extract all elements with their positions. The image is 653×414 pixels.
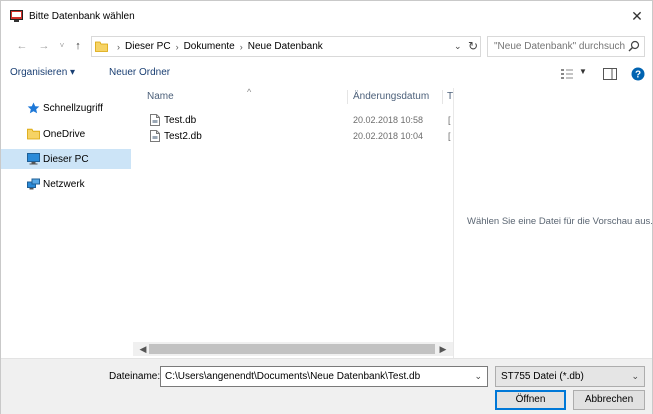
view-dropdown-icon[interactable]: ▼ <box>579 67 587 76</box>
network-icon <box>27 178 40 190</box>
horizontal-scrollbar[interactable]: ◀ ▶ <box>133 342 453 356</box>
breadcrumb-separator: › <box>239 41 243 52</box>
scroll-left-icon[interactable]: ◀ <box>137 343 149 355</box>
window-title: Bitte Datenbank wählen <box>29 11 135 22</box>
breadcrumb-item-dieser-pc[interactable]: Dieser PC <box>125 41 171 52</box>
forward-button[interactable]: → <box>35 37 53 55</box>
column-header-name[interactable]: Name ^ <box>147 87 251 102</box>
breadcrumb-separator: › <box>175 41 179 52</box>
up-button[interactable]: ↑ <box>69 37 87 55</box>
filetype-select[interactable]: ST755 Datei (*.db) ⌄ <box>495 366 645 387</box>
column-divider[interactable] <box>347 90 348 104</box>
cancel-button[interactable]: Abbrechen <box>573 390 645 410</box>
scroll-right-icon[interactable]: ▶ <box>437 343 449 355</box>
breadcrumb: › Dieser PC › Dokumente › Neue Datenbank <box>112 41 323 52</box>
new-folder-button[interactable]: Neuer Ordner <box>109 67 170 78</box>
search-box[interactable] <box>487 36 645 57</box>
monitor-icon <box>27 153 40 165</box>
refresh-icon[interactable]: ↻ <box>468 39 478 53</box>
column-header-date[interactable]: Änderungsdatum <box>353 91 429 102</box>
arrow-up-icon: ↑ <box>75 40 81 52</box>
filename-combobox[interactable]: ⌄ <box>160 366 488 387</box>
file-name: Test2.db <box>164 131 202 142</box>
chevron-down-icon[interactable]: ⌄ <box>474 371 482 382</box>
open-button[interactable]: Öffnen <box>495 390 566 410</box>
close-icon: ✕ <box>631 8 643 24</box>
breadcrumb-item-neue-datenbank[interactable]: Neue Datenbank <box>248 41 323 52</box>
filename-input[interactable] <box>165 370 465 383</box>
title-bar: Bitte Datenbank wählen ✕ <box>1 1 652 31</box>
nav-item-netzwerk[interactable]: Netzwerk <box>1 174 131 194</box>
file-date: 20.02.2018 10:04 <box>353 131 424 141</box>
nav-item-onedrive[interactable]: OneDrive <box>1 124 131 144</box>
breadcrumb-separator: › <box>117 41 120 52</box>
app-icon <box>10 10 23 22</box>
scrollbar-thumb[interactable] <box>149 344 435 354</box>
file-icon <box>150 130 160 142</box>
arrow-left-icon: ← <box>16 40 28 52</box>
file-list: Name ^ Änderungsdatum T Test.db 20.02.20… <box>141 87 453 358</box>
search-icon <box>628 40 640 52</box>
svg-text:?: ? <box>635 70 641 81</box>
preview-pane: Wählen Sie eine Datei für die Vorschau a… <box>453 88 653 358</box>
file-icon <box>150 114 160 126</box>
navigation-pane: Schnellzugriff OneDrive Dieser PC Netzwe… <box>1 88 133 358</box>
chevron-down-icon: ˅ <box>59 41 65 50</box>
file-open-dialog: Bitte Datenbank wählen ✕ ← → ˅ ↑ › Diese… <box>0 0 653 414</box>
bottom-panel: Dateiname: ⌄ ST755 Datei (*.db) ⌄ Öffnen… <box>1 358 652 414</box>
file-type-truncated: [ <box>448 131 451 141</box>
column-header-label: Name <box>147 91 174 102</box>
nav-item-label: Netzwerk <box>43 179 85 190</box>
folder-icon <box>27 128 40 140</box>
close-button[interactable]: ✕ <box>622 1 652 31</box>
address-bar[interactable]: › Dieser PC › Dokumente › Neue Datenbank… <box>91 36 481 57</box>
organize-button[interactable]: Organisieren ▾ <box>10 67 75 78</box>
nav-item-schnellzugriff[interactable]: Schnellzugriff <box>1 98 131 118</box>
file-date: 20.02.2018 10:58 <box>353 115 424 125</box>
help-icon[interactable]: ? <box>631 67 645 81</box>
column-divider[interactable] <box>442 90 443 104</box>
back-button[interactable]: ← <box>13 37 31 55</box>
nav-item-dieser-pc[interactable]: Dieser PC <box>1 149 131 169</box>
sort-ascending-icon: ^ <box>247 87 252 97</box>
nav-item-label: Dieser PC <box>43 154 89 165</box>
chevron-down-icon: ⌄ <box>631 371 639 381</box>
command-bar: Organisieren ▾ Neuer Ordner ▼ ? <box>1 62 652 86</box>
arrow-right-icon: → <box>38 40 50 52</box>
address-dropdown-icon[interactable]: ⌄ <box>454 41 462 52</box>
file-type-truncated: [ <box>448 115 451 125</box>
folder-icon <box>95 41 108 52</box>
file-row[interactable]: Test2.db 20.02.2018 10:04 [ <box>147 127 451 145</box>
view-options-icon[interactable] <box>561 68 575 80</box>
filetype-value: ST755 Datei (*.db) <box>501 371 584 382</box>
preview-message: Wählen Sie eine Datei für die Vorschau a… <box>467 216 653 227</box>
star-icon <box>27 102 40 114</box>
address-row: ← → ˅ ↑ › Dieser PC › Dokumente › Neue D… <box>1 35 652 59</box>
search-input[interactable] <box>494 41 626 52</box>
breadcrumb-item-dokumente[interactable]: Dokumente <box>184 41 235 52</box>
file-name: Test.db <box>164 115 197 126</box>
filename-label: Dateiname: <box>109 371 161 382</box>
preview-pane-icon[interactable] <box>603 68 617 80</box>
nav-item-label: OneDrive <box>43 129 86 140</box>
column-header-label: Änderungsdatum <box>353 91 430 102</box>
nav-item-label: Schnellzugriff <box>43 103 103 114</box>
